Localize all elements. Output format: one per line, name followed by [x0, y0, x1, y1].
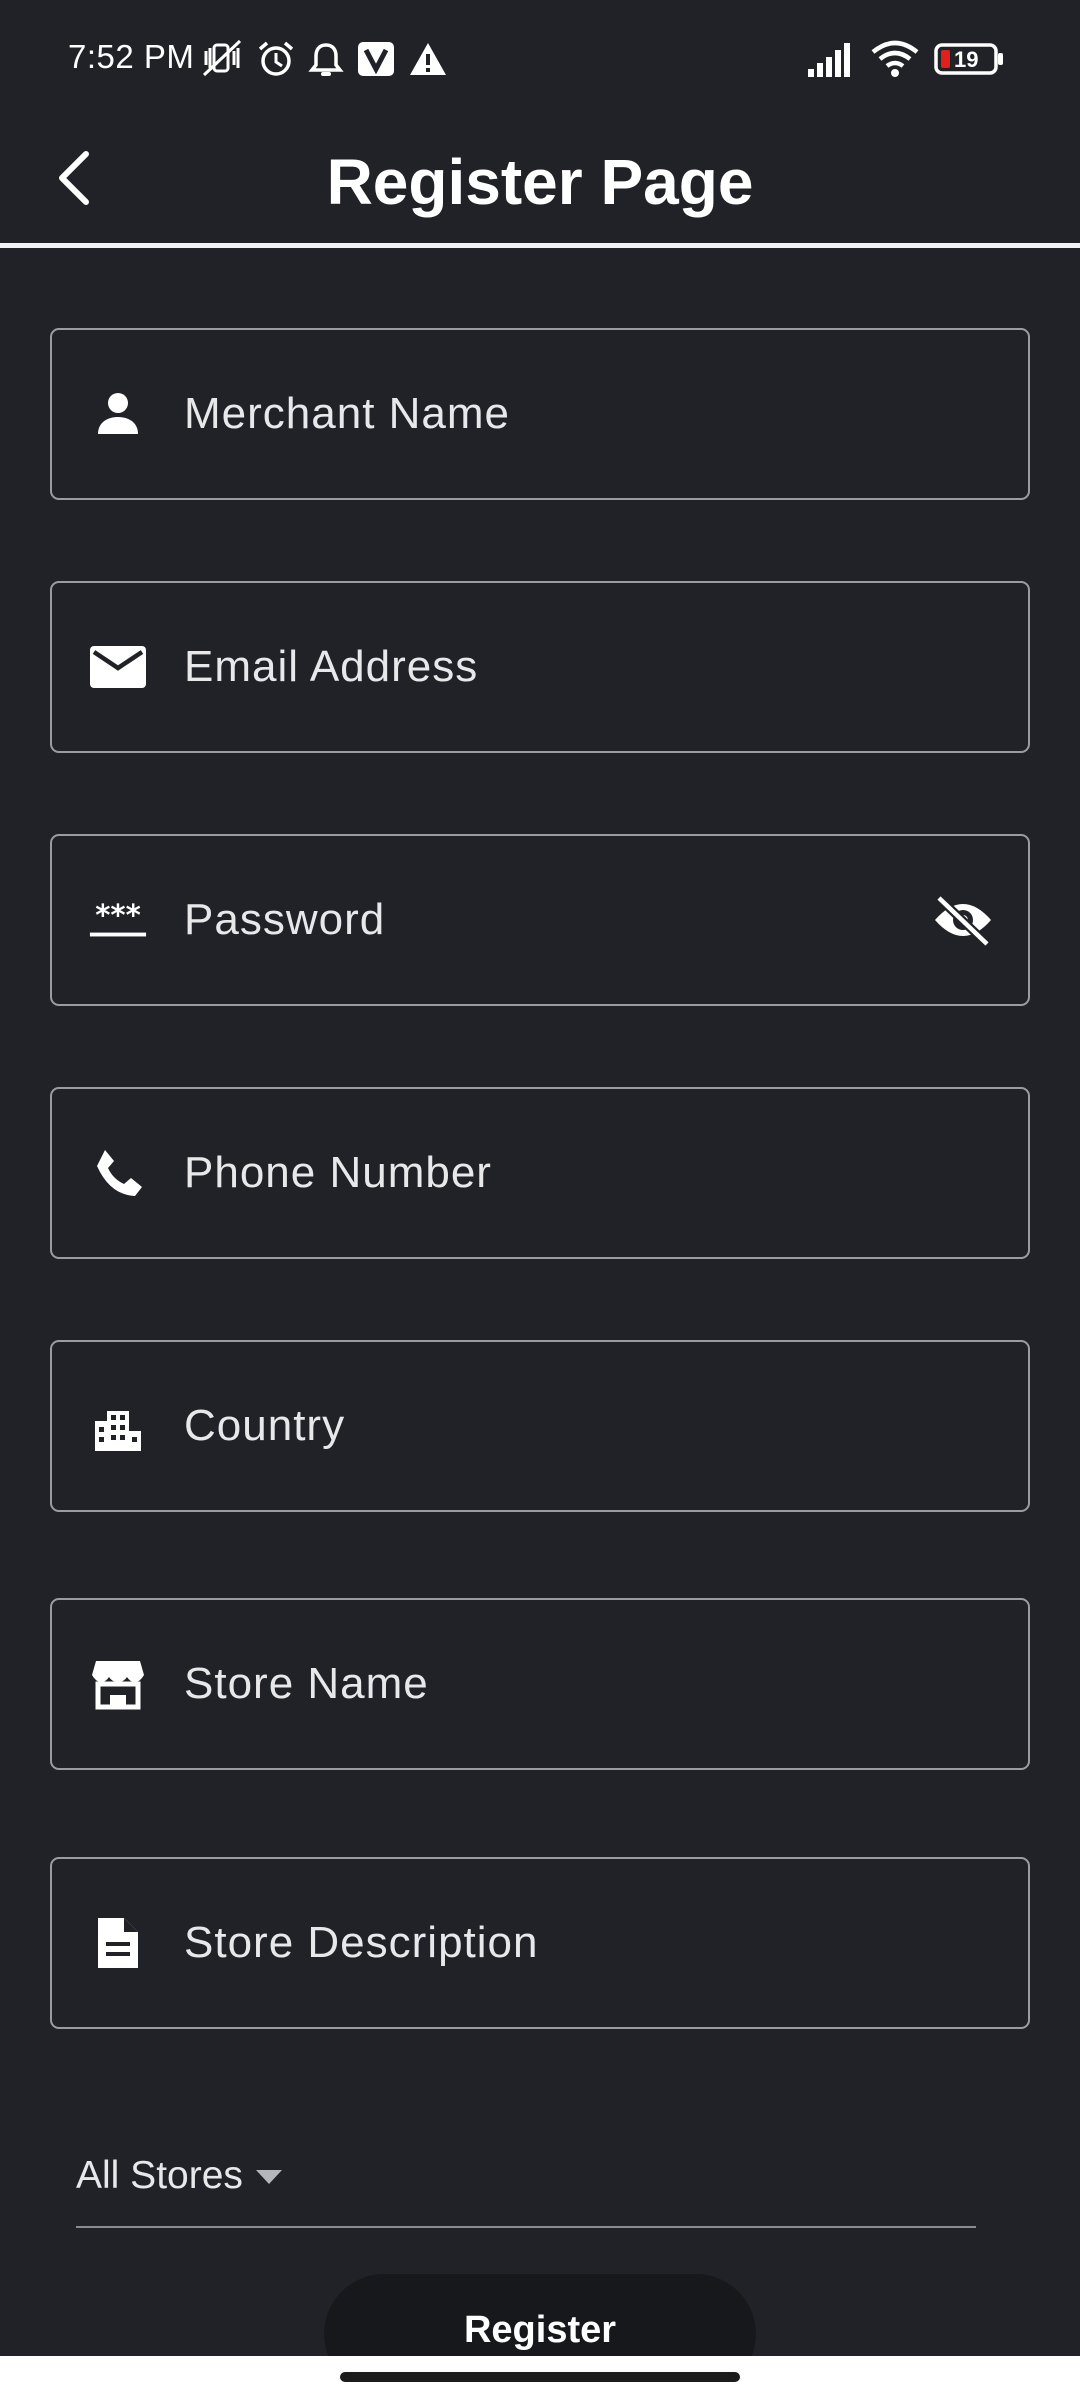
status-bar: 7:52 PM 19	[0, 0, 1080, 115]
store-icon	[88, 1654, 148, 1714]
cellular-signal-icon	[806, 39, 856, 79]
country-placeholder: Country	[184, 1401, 346, 1450]
home-indicator[interactable]	[340, 2372, 740, 2382]
document-icon	[88, 1913, 148, 1973]
dropdown-arrow-icon	[254, 2168, 284, 2191]
store-description-field[interactable]: Store Description	[50, 1857, 1030, 2029]
store-dropdown-value: All Stores	[76, 2154, 243, 2197]
warning-icon	[408, 39, 448, 79]
status-icons-left	[200, 37, 448, 81]
email-address-placeholder: Email Address	[184, 642, 479, 691]
email-address-field[interactable]: Email Address	[50, 581, 1030, 753]
register-button-label: Register	[463, 2309, 617, 2351]
battery-low-icon: 19	[934, 39, 1004, 79]
store-description-placeholder: Store Description	[184, 1918, 539, 1967]
app-bar: Register Page	[0, 115, 1080, 245]
visibility-off-icon[interactable]	[928, 885, 998, 955]
phone-icon	[88, 1143, 148, 1203]
vibrate-off-icon	[200, 39, 244, 79]
merchant-name-placeholder: Merchant Name	[184, 389, 511, 438]
store-name-field[interactable]: Store Name	[50, 1598, 1030, 1770]
store-name-placeholder: Store Name	[184, 1659, 429, 1708]
status-icons-right: 19	[806, 37, 1004, 81]
password-placeholder: Password	[184, 895, 386, 944]
app-bar-divider	[0, 243, 1080, 248]
password-icon: ***	[88, 890, 148, 950]
person-icon	[88, 384, 148, 444]
register-screen: 7:52 PM 19 Register Page Merchant Name E…	[0, 0, 1080, 2400]
notification-bell-icon	[308, 39, 344, 79]
city-icon	[88, 1396, 148, 1456]
password-field[interactable]: *** Password	[50, 834, 1030, 1006]
country-field[interactable]: Country	[50, 1340, 1030, 1512]
wifi-icon	[870, 39, 920, 79]
phone-number-placeholder: Phone Number	[184, 1148, 492, 1197]
email-icon	[88, 637, 148, 697]
battery-level: 19	[954, 47, 979, 72]
merchant-name-field[interactable]: Merchant Name	[50, 328, 1030, 500]
status-time: 7:52 PM	[68, 38, 195, 75]
store-dropdown[interactable]: All Stores	[76, 2140, 976, 2228]
v-app-icon	[356, 39, 396, 79]
page-title: Register Page	[326, 146, 754, 218]
svg-text:***: ***	[95, 898, 141, 932]
phone-number-field[interactable]: Phone Number	[50, 1087, 1030, 1259]
system-navigation-bar	[0, 2356, 1080, 2400]
alarm-icon	[256, 39, 296, 79]
